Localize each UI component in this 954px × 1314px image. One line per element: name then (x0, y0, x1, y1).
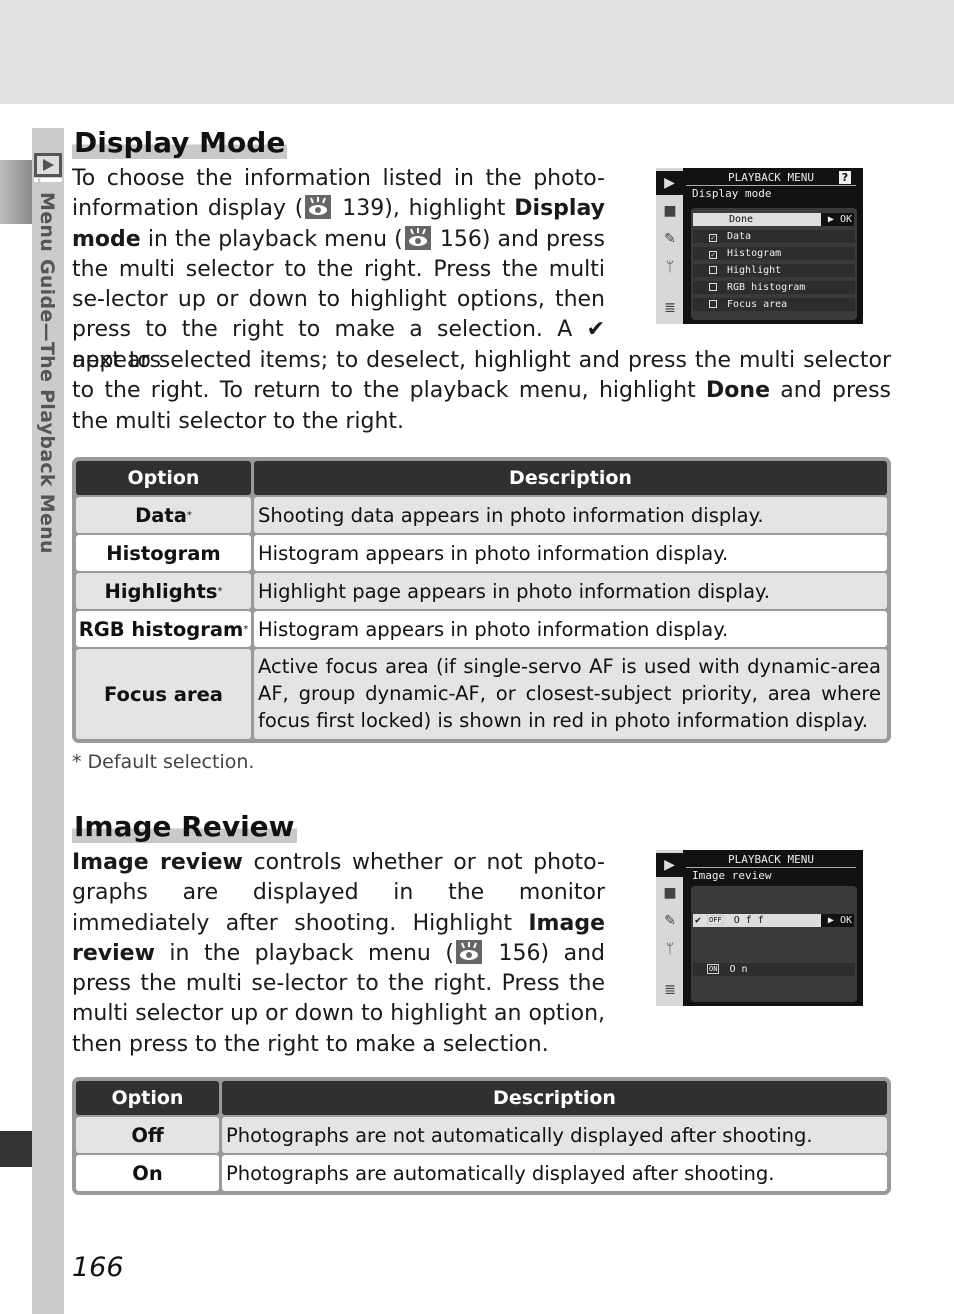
check-icon: ✔ (695, 915, 708, 926)
text: in the playback menu ( (154, 940, 454, 966)
off-badge-icon: OFF (707, 915, 724, 925)
footnote: * Default selection. (72, 751, 255, 773)
pencil-tab-icon: ✎ (664, 913, 676, 929)
page-number: 166 (72, 1252, 124, 1283)
table-row: On Photographs are automatically display… (76, 1155, 887, 1191)
screen-title: PLAYBACK MENU (686, 171, 856, 186)
checkbox-checked-icon: ✓ (709, 234, 717, 242)
option-cell: Focus area (76, 649, 251, 739)
page-link-156[interactable]: 156 (440, 227, 482, 252)
chapter-label: Menu Guide—The Playback Menu (36, 192, 58, 554)
option-cell: Data * (76, 497, 251, 533)
option-cell: Off (76, 1117, 219, 1153)
checkbox-checked-icon: ✓ (709, 251, 717, 259)
option-cell: On (76, 1155, 219, 1191)
camera-tab-icon: ■ (663, 885, 677, 901)
section-title-image-review: Image Review (72, 810, 297, 843)
table-row: Focus area Active focus area (if single-… (76, 649, 887, 739)
option-data[interactable]: ✓ Data (693, 230, 855, 243)
playback-tab-icon: ▶ (656, 171, 683, 195)
option-histogram[interactable]: ✓ Histogram (693, 247, 855, 260)
ok-indicator: ▶ OK (821, 213, 854, 226)
description-cell: Histogram appears in photo information d… (254, 611, 887, 647)
checkmark-icon: ✔ (586, 317, 605, 343)
display-mode-options-table: Option Description Data * Shooting data a… (72, 457, 891, 743)
ok-indicator: ▶ OK (821, 914, 854, 927)
option-cell: Highlights * (76, 573, 251, 609)
options-panel: ✔ OFF O f f ▶ OK ON O n (691, 886, 857, 1002)
on-badge-icon: ON (707, 964, 720, 974)
table-row: Highlights * Highlight page appears in ph… (76, 573, 887, 609)
screen-title: PLAYBACK MENU (686, 853, 856, 868)
checkbox-unchecked-icon (709, 266, 717, 274)
options-panel: Done ▶ OK ✓ Data ✓ Histogram Highlight RGB… (691, 208, 857, 320)
option-off[interactable]: ✔ OFF O f f (693, 914, 821, 927)
option-rgb-histogram[interactable]: RGB histogram (693, 281, 855, 294)
page-edge-marker (0, 1131, 32, 1167)
top-margin-band (0, 0, 954, 104)
page-reference-icon (305, 195, 332, 220)
option-on[interactable]: ON O n (693, 963, 855, 976)
description-cell: Active focus area (if single-servo AF is… (254, 649, 887, 739)
column-header-option: Option (76, 1081, 219, 1115)
menu-item-name: Image review (72, 850, 243, 875)
description-cell: Photographs are not automatically displa… (222, 1117, 887, 1153)
display-mode-paragraph: To choose the information listed in the … (72, 164, 605, 376)
wrench-tab-icon: ᛘ (665, 941, 675, 957)
description-cell: Photographs are automatically displayed … (222, 1155, 887, 1191)
checkbox-unchecked-icon (709, 283, 717, 291)
recent-settings-tab-icon: ≣ (664, 982, 676, 998)
pencil-tab-icon: ✎ (664, 231, 676, 247)
column-header-option: Option (76, 461, 251, 495)
text: in the playback menu ( (140, 226, 403, 252)
table-header-row: Option Description (76, 1081, 887, 1115)
option-cell: Histogram (76, 535, 251, 571)
recent-settings-tab-icon: ≣ (664, 300, 676, 316)
table-row: Data * Shooting data appears in photo inf… (76, 497, 887, 533)
image-review-paragraph: Image review controls whether or not pho… (72, 848, 605, 1060)
table-row: Off Photographs are not automatically di… (76, 1117, 887, 1153)
image-review-options-table: Option Description Off Photographs are n… (72, 1077, 891, 1195)
column-header-description: Description (222, 1081, 887, 1115)
column-header-description: Description (254, 461, 887, 495)
screen-subtitle: Display mode (692, 187, 772, 200)
section-title-display-mode: Display Mode (72, 126, 288, 159)
wrench-tab-icon: ᛘ (665, 259, 675, 275)
table-row: RGB histogram * Histogram appears in phot… (76, 611, 887, 647)
menu-tab-bar: ▶ ■ ✎ ᛘ ≣ (656, 850, 683, 1006)
option-focus-area[interactable]: Focus area (693, 298, 855, 311)
option-highlight[interactable]: Highlight (693, 264, 855, 277)
menu-tab-bar: ▶ ■ ✎ ᛘ ≣ (656, 168, 683, 324)
camera-screen-image-review: ▶ ■ ✎ ᛘ ≣ PLAYBACK MENU Image review ✔ O… (656, 850, 863, 1006)
description-cell: Histogram appears in photo information d… (254, 535, 887, 571)
help-icon: ? (839, 171, 851, 184)
page-link-139[interactable]: 139 (342, 196, 384, 221)
table-header-row: Option Description (76, 461, 887, 495)
option-done[interactable]: Done (693, 213, 821, 226)
display-mode-paragraph-cont: next to selected items; to deselect, hig… (72, 346, 891, 437)
table-row: Histogram Histogram appears in photo inf… (76, 535, 887, 571)
page-reference-icon (455, 939, 482, 964)
playback-icon (34, 153, 62, 183)
camera-tab-icon: ■ (663, 203, 677, 219)
text: ), highlight (384, 196, 515, 222)
screen-subtitle: Image review (692, 869, 772, 882)
menu-item-name: Done (706, 378, 770, 404)
option-cell: RGB histogram * (76, 611, 251, 647)
chapter-tab-marker (0, 160, 32, 224)
page-reference-icon (404, 225, 431, 250)
description-cell: Shooting data appears in photo informati… (254, 497, 887, 533)
checkbox-unchecked-icon (709, 300, 717, 308)
description-cell: Highlight page appears in photo informat… (254, 573, 887, 609)
camera-screen-display-mode: ▶ ■ ✎ ᛘ ≣ PLAYBACK MENU ? Display mode D… (656, 168, 863, 324)
playback-tab-icon: ▶ (656, 853, 683, 877)
page-link-156[interactable]: 156 (499, 941, 541, 966)
